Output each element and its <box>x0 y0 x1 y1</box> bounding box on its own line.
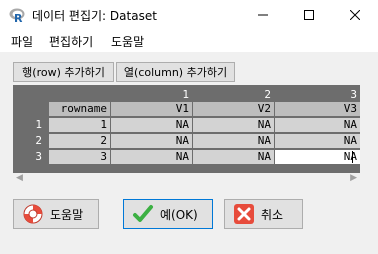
column-number: 3 <box>350 88 357 101</box>
add-column-button[interactable]: 열(column) 추가하기 <box>116 62 235 82</box>
horizontal-scrollbar[interactable]: ◀ ▶ <box>13 173 360 186</box>
menu-bar: 파일 편집하기 도움말 <box>0 30 378 50</box>
checkmark-icon <box>133 205 153 222</box>
data-cell[interactable]: NA <box>193 118 274 132</box>
title-bar: R 데이터 편집기: Dataset <box>0 0 378 30</box>
r-logo-icon: R <box>9 8 25 23</box>
rowname-cell[interactable]: 2 <box>49 134 110 148</box>
help-button[interactable]: 도움말 <box>13 199 99 229</box>
cancel-x-icon <box>234 204 254 224</box>
menu-file[interactable]: 파일 <box>11 33 33 50</box>
rowname-cell[interactable]: 1 <box>49 118 110 132</box>
column-name-v1[interactable]: V1 <box>111 102 192 116</box>
data-cell[interactable]: NA <box>275 118 360 132</box>
help-button-label: 도움말 <box>50 207 84 222</box>
row-number: 1 <box>35 118 42 131</box>
column-number: 1 <box>182 88 189 101</box>
column-name-v2[interactable]: V2 <box>193 102 274 116</box>
data-cell[interactable]: NA <box>111 118 192 132</box>
text-cursor <box>352 151 353 163</box>
data-cell[interactable]: NA <box>193 150 274 164</box>
cancel-button-label: 취소 <box>261 207 284 222</box>
close-icon <box>350 10 360 20</box>
window-title: 데이터 편집기: Dataset <box>32 9 157 23</box>
maximize-button[interactable] <box>286 0 332 30</box>
row-number: 2 <box>35 134 42 147</box>
scroll-right-icon[interactable]: ▶ <box>350 173 357 183</box>
minimize-icon <box>258 14 268 16</box>
svg-text:R: R <box>14 12 23 23</box>
data-cell[interactable]: NA <box>111 134 192 148</box>
rowname-header[interactable]: rowname <box>49 102 110 116</box>
lifebuoy-icon <box>23 204 43 224</box>
minimize-button[interactable] <box>240 0 286 30</box>
menu-edit[interactable]: 편집하기 <box>49 33 93 50</box>
data-grid[interactable]: 1 2 3 rowname V1 V2 V3 1 1 NA NA NA 2 2 … <box>13 85 360 173</box>
active-data-cell[interactable]: NA <box>275 150 360 164</box>
data-cell[interactable]: NA <box>275 134 360 148</box>
add-row-button[interactable]: 행(row) 추가하기 <box>13 62 114 82</box>
rowname-cell[interactable]: 3 <box>49 150 110 164</box>
cancel-button[interactable]: 취소 <box>224 199 303 229</box>
ok-button[interactable]: 예(OK) <box>123 199 213 229</box>
data-cell[interactable]: NA <box>193 134 274 148</box>
column-number: 2 <box>264 88 271 101</box>
close-button[interactable] <box>332 0 378 30</box>
ok-button-label: 예(OK) <box>160 207 198 222</box>
maximize-icon <box>304 10 314 20</box>
column-name-v3[interactable]: V3 <box>275 102 360 116</box>
menu-help[interactable]: 도움말 <box>111 33 144 50</box>
row-number: 3 <box>35 150 42 163</box>
scroll-left-icon[interactable]: ◀ <box>16 173 23 183</box>
data-cell[interactable]: NA <box>111 150 192 164</box>
